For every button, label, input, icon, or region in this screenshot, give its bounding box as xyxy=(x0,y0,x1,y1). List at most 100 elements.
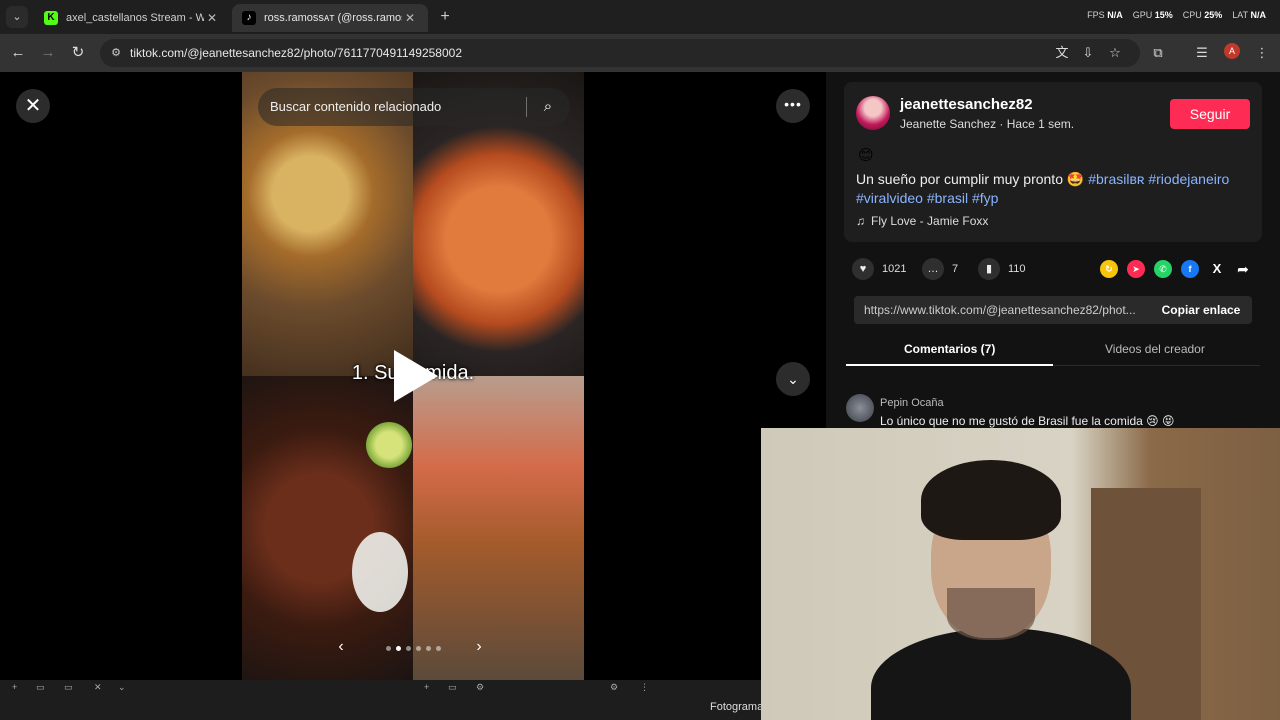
hashtag-link[interactable]: #fyp xyxy=(972,190,998,206)
hashtag-link[interactable]: #riodejaneiro xyxy=(1148,171,1229,187)
back-arrow-icon[interactable]: ← xyxy=(8,43,28,63)
webcam-person-hair xyxy=(921,460,1061,540)
tab-comments[interactable]: Comentarios (7) xyxy=(904,342,995,356)
pager-dot[interactable] xyxy=(406,646,411,651)
panel-tabs: Comentarios (7) Videos del creador xyxy=(846,334,1260,366)
like-action[interactable]: ♥ 1021 xyxy=(852,258,906,280)
photo-collage[interactable]: Buscar contenido relacionado ⌕ 1. Su com… xyxy=(242,72,584,680)
search-icon[interactable]: ⌕ xyxy=(538,97,558,117)
pager-dots xyxy=(386,646,441,651)
url-text[interactable]: tiktok.com/@jeanettesanchez82/photo/7611… xyxy=(130,46,462,60)
fps-readout: FPS N/A xyxy=(1087,10,1123,20)
toolbar-plus-icon[interactable]: + xyxy=(12,682,22,692)
lime-slice xyxy=(366,422,412,468)
media-controls-icon[interactable]: ☰ xyxy=(1192,43,1212,63)
creator-subtitle: Jeanette Sanchez · Hace 1 sem. xyxy=(900,117,1075,131)
prev-photo-icon[interactable]: ‹ xyxy=(332,638,350,656)
performance-overlay: FPS N/A GPU 15% CPU 25% LAT N/A xyxy=(1087,10,1266,20)
music-note-icon: ♫ xyxy=(856,214,865,228)
toolbar-plus-icon[interactable]: + xyxy=(424,682,434,692)
pager-dot[interactable] xyxy=(436,646,441,651)
forward-arrow-icon[interactable]: → xyxy=(38,43,58,63)
hashtag-link[interactable]: #brasil xyxy=(927,190,968,206)
creator-avatar[interactable] xyxy=(856,96,890,130)
comment-username[interactable]: Pepin Ocaña xyxy=(880,397,944,409)
bookmark-icon[interactable]: ▮ xyxy=(978,258,1000,280)
photo-viewer: ✕ ••• ⌄ Buscar contenido relacionado ⌕ 1… xyxy=(0,72,826,680)
site-info-icon[interactable]: ⚙ xyxy=(108,45,124,61)
more-options-icon[interactable]: ••• xyxy=(776,89,810,123)
send-icon[interactable]: ➤ xyxy=(1127,260,1145,278)
tiktok-favicon-icon: ♪ xyxy=(242,11,256,25)
browser-menu-icon[interactable]: ⋮ xyxy=(1252,43,1272,63)
heart-icon[interactable]: ♥ xyxy=(852,258,874,280)
desc-text: Un sueño por cumplir muy pronto 🤩 xyxy=(856,171,1085,187)
toolbar-trash-icon[interactable]: ▭ xyxy=(36,682,46,692)
new-tab-plus-icon[interactable]: + xyxy=(434,6,456,28)
copy-link-button[interactable]: Copiar enlace xyxy=(1150,296,1252,324)
comment-bubble-icon[interactable]: … xyxy=(922,258,944,280)
repost-icon[interactable]: ↻ xyxy=(1100,260,1118,278)
creator-username[interactable]: jeanettesanchez82 xyxy=(900,96,1033,113)
pager-dot[interactable] xyxy=(386,646,391,651)
bookmark-star-icon[interactable]: ☆ xyxy=(1105,43,1125,63)
browser-tab-bar: ⌄ K axel_castellanos Stream - Watch ✕ ♪ … xyxy=(0,0,1280,34)
toolbar-gear-icon[interactable]: ⚙ xyxy=(476,682,486,692)
toolbar-menu-icon[interactable]: ⋮ xyxy=(640,682,650,692)
facebook-icon[interactable]: f xyxy=(1181,260,1199,278)
close-tab-icon[interactable]: ✕ xyxy=(402,11,418,25)
toolbar-trash-icon[interactable]: ▭ xyxy=(448,682,458,692)
pager-dot[interactable] xyxy=(426,646,431,651)
music-track[interactable]: ♫ Fly Love - Jamie Foxx xyxy=(856,214,988,228)
post-description: Un sueño por cumplir muy pronto 🤩 #brasi… xyxy=(856,170,1252,208)
follow-button[interactable]: Seguir xyxy=(1170,99,1250,129)
extensions-puzzle-icon[interactable]: ⧉ xyxy=(1148,43,1168,63)
toolbar-tool-icon[interactable]: ✕ xyxy=(94,682,104,692)
photo-pager: ‹ › xyxy=(332,634,492,662)
next-photo-icon[interactable]: › xyxy=(470,638,488,656)
active-tab-underline xyxy=(846,364,1053,366)
share-arrow-icon[interactable]: ➦ xyxy=(1234,260,1252,278)
kick-favicon-icon: K xyxy=(44,11,58,25)
translate-icon[interactable]: 文 xyxy=(1052,43,1072,63)
url-omnibox[interactable]: ⚙ tiktok.com/@jeanettesanchez82/photo/76… xyxy=(100,39,1140,67)
play-icon[interactable] xyxy=(394,350,438,402)
toolbar-chevron-icon[interactable]: ⌄ xyxy=(118,682,128,692)
search-divider xyxy=(526,97,527,117)
search-placeholder[interactable]: Buscar contenido relacionado xyxy=(270,99,441,114)
tab-title: ross.ramossᴀᴛ (@ross.ramoss) | xyxy=(264,12,402,24)
toolbar-settings-icon[interactable]: ▭ xyxy=(64,682,74,692)
comment-text: Lo único que no me gustó de Brasil fue l… xyxy=(880,414,1175,428)
pager-dot[interactable] xyxy=(416,646,421,651)
reload-icon[interactable]: ↻ xyxy=(68,43,88,63)
install-app-icon[interactable]: ⇩ xyxy=(1078,43,1098,63)
address-bar-row: ← → ↻ ⚙ tiktok.com/@jeanettesanchez82/ph… xyxy=(0,34,1280,72)
share-link-url[interactable]: https://www.tiktok.com/@jeanettesanchez8… xyxy=(864,303,1144,317)
profile-avatar[interactable]: A xyxy=(1224,43,1240,59)
related-search-bar[interactable]: Buscar contenido relacionado ⌕ xyxy=(258,88,570,126)
save-action[interactable]: ▮ 110 xyxy=(978,258,1026,280)
pager-dot-active[interactable] xyxy=(396,646,401,651)
comment-action[interactable]: … 7 xyxy=(922,258,958,280)
post-emoji: 😊 xyxy=(858,147,874,164)
toolbar-gear-icon[interactable]: ⚙ xyxy=(610,682,620,692)
tab-search-button[interactable]: ⌄ xyxy=(6,6,28,28)
lat-readout: LAT N/A xyxy=(1232,10,1266,20)
music-title[interactable]: Fly Love - Jamie Foxx xyxy=(871,214,988,228)
x-twitter-icon[interactable]: X xyxy=(1208,260,1226,278)
share-link-box: https://www.tiktok.com/@jeanettesanchez8… xyxy=(854,296,1252,324)
close-viewer-icon[interactable]: ✕ xyxy=(16,89,50,123)
chevron-down-icon[interactable]: ⌄ xyxy=(776,362,810,396)
hashtag-link[interactable]: #viralvideo xyxy=(856,190,923,206)
tab-title: axel_castellanos Stream - Watch xyxy=(66,12,204,24)
whatsapp-icon[interactable]: ✆ xyxy=(1154,260,1172,278)
browser-tab-kick[interactable]: K axel_castellanos Stream - Watch ✕ xyxy=(34,4,230,32)
post-info-card: jeanettesanchez82 Jeanette Sanchez · Hac… xyxy=(844,82,1262,242)
hashtag-link[interactable]: #brasilʙʀ xyxy=(1088,171,1144,187)
close-tab-icon[interactable]: ✕ xyxy=(204,11,220,25)
tab-creator-videos[interactable]: Videos del creador xyxy=(1105,342,1205,356)
webcam-person-beard xyxy=(947,588,1035,640)
comment-avatar[interactable] xyxy=(846,394,874,422)
browser-tab-tiktok[interactable]: ♪ ross.ramossᴀᴛ (@ross.ramoss) | ✕ xyxy=(232,4,428,32)
like-count: 1021 xyxy=(882,263,907,275)
